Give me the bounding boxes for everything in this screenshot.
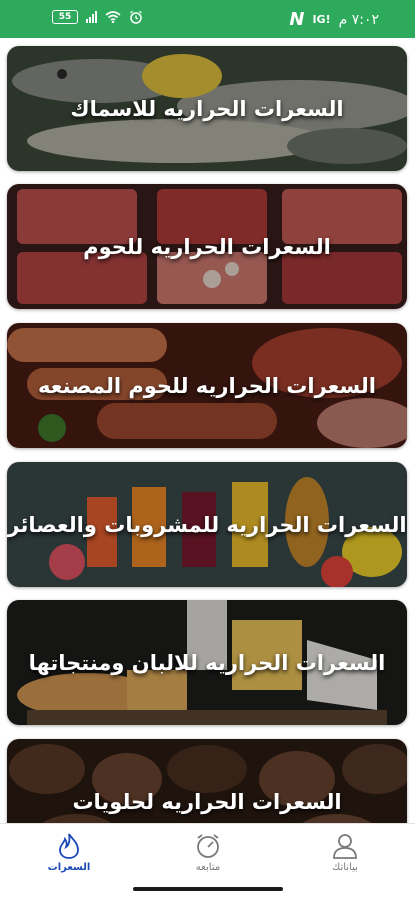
category-card-drinks[interactable]: السعرات الحراريه للمشروبات والعصائر (7, 462, 407, 587)
nav-item-your-data[interactable]: بياناتك (310, 832, 380, 873)
status-bar: 55 N IG! ٧:٠٢ م (0, 0, 415, 38)
nav-item-tracking[interactable]: متابعه (173, 832, 243, 873)
category-title: السعرات الحراريه لحلويات (72, 789, 342, 814)
category-title: السعرات الحراريه للاسماك (70, 96, 344, 121)
user-icon (333, 834, 357, 859)
home-indicator[interactable] (133, 887, 283, 891)
nav-label: السعرات (47, 862, 91, 873)
nav-item-calories[interactable]: السعرات (34, 832, 104, 873)
category-title: السعرات الحراريه للحوم المصنعه (38, 373, 376, 398)
category-list[interactable]: السعرات الحراريه للاسماك السعرات الحراري… (0, 38, 415, 823)
status-icons-right: N IG! ٧:٠٢ م (289, 9, 379, 30)
signal-icon (86, 11, 97, 23)
flame-icon (59, 833, 79, 859)
app-n-icon: N (289, 9, 305, 30)
category-title: السعرات الحراريه للمشروبات والعصائر (7, 512, 407, 537)
battery-icon: 55 (52, 10, 78, 24)
category-card-fish[interactable]: السعرات الحراريه للاسماك (7, 46, 407, 171)
category-title: السعرات الحراريه للحوم (83, 234, 331, 259)
category-card-dairy[interactable]: السعرات الحراريه للالبان ومنتجاتها (7, 600, 407, 725)
nav-label: بياناتك (332, 862, 358, 873)
alarm-icon (130, 10, 142, 24)
nav-label: متابعه (195, 862, 221, 873)
status-icons-left: 55 (52, 10, 143, 24)
clock-time: ٧:٠٢ م (338, 11, 379, 28)
category-title: السعرات الحراريه للالبان ومنتجاتها (28, 650, 386, 675)
category-card-processed-meat[interactable]: السعرات الحراريه للحوم المصنعه (7, 323, 407, 448)
category-card-sweets[interactable]: السعرات الحراريه لحلويات (7, 739, 407, 823)
wifi-icon (105, 11, 121, 23)
stopwatch-icon (197, 834, 219, 858)
ig-indicator: IG! (312, 13, 331, 26)
category-card-meat[interactable]: السعرات الحراريه للحوم (7, 184, 407, 309)
